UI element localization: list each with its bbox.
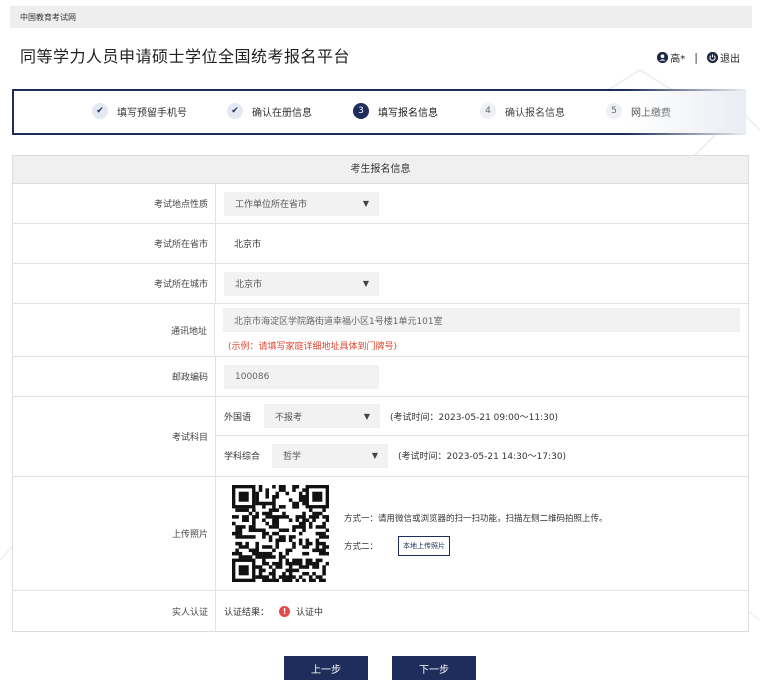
field-label: 考试所在省市 bbox=[13, 224, 216, 263]
exclamation-icon: ! bbox=[279, 605, 291, 617]
row-exam-city: 考试所在城市 北京市 ▼ bbox=[13, 264, 748, 304]
row-postcode: 邮政编码 100086 bbox=[13, 357, 748, 397]
page: 中国教育考试网 同等学力人员申请硕士学位全国统考报名平台 高* | 退出 ✔ 填… bbox=[0, 0, 760, 684]
caret-down-icon: ▼ bbox=[362, 279, 369, 288]
logout-link[interactable]: 退出 bbox=[720, 50, 740, 65]
exam-time: (考试时间：2023-05-21 09:00～11:30) bbox=[390, 412, 559, 423]
caret-down-icon: ▼ bbox=[362, 199, 369, 208]
step-number: 4 bbox=[480, 103, 496, 119]
row-photo: 上传照片 方式一：请用微信或浏览器的扫一扫功能，扫描左侧二维码拍照上传。 方式二… bbox=[13, 477, 748, 591]
registration-form: 考生报名信息 考试地点性质 工作单位所在省市 ▼ 考试所在省市 北京市 考试所在… bbox=[12, 155, 749, 632]
exam-city-select[interactable]: 北京市 ▼ bbox=[224, 271, 379, 296]
field-label: 考试地点性质 bbox=[13, 184, 216, 223]
top-site-bar: 中国教育考试网 bbox=[10, 6, 752, 28]
user-area: 高* | 退出 bbox=[657, 50, 740, 65]
field-label: 通讯地址 bbox=[13, 304, 215, 356]
field-label: 邮政编码 bbox=[13, 357, 216, 396]
row-address: 通讯地址 北京市海淀区学院路街道幸福小区1号楼1单元101室 (示例：请填写家庭… bbox=[13, 304, 748, 357]
step-5: 5 网上缴费 bbox=[606, 103, 671, 119]
row-exam-site-type: 考试地点性质 工作单位所在省市 ▼ bbox=[13, 184, 748, 224]
select-value: 哲学 bbox=[283, 452, 302, 462]
page-title: 同等学力人员申请硕士学位全国统考报名平台 bbox=[20, 47, 351, 66]
user-name[interactable]: 高* bbox=[670, 50, 685, 65]
header-separator: | bbox=[694, 51, 698, 64]
select-value: 不报考 bbox=[275, 412, 303, 423]
subject-name: 外国语 bbox=[224, 412, 252, 423]
subject-foreign: 外国语 不报考 ▼ (考试时间：2023-05-21 09:00～11:30) bbox=[216, 397, 748, 436]
select-value: 北京市 bbox=[235, 280, 263, 290]
exam-province-value: 北京市 bbox=[234, 240, 262, 250]
step-label: 网上缴费 bbox=[631, 107, 671, 119]
user-icon bbox=[657, 52, 669, 63]
address-hint: (示例：请填写家庭详细地址具体到门牌号) bbox=[228, 342, 398, 352]
exam-site-type-select[interactable]: 工作单位所在省市 ▼ bbox=[224, 191, 379, 216]
next-step-button[interactable]: 下一步 bbox=[392, 656, 476, 680]
step-label: 确认报名信息 bbox=[505, 107, 565, 119]
progress-steps: ✔ 填写预留手机号 ✔ 确认在册信息 3 填写报名信息 4 确认报名信息 5 网… bbox=[12, 89, 746, 135]
auth-result-label: 认证结果： bbox=[224, 607, 270, 618]
step-4: 4 确认报名信息 bbox=[480, 103, 565, 119]
subject-name: 学科综合 bbox=[224, 452, 261, 462]
select-value: 工作单位所在省市 bbox=[235, 200, 308, 210]
form-title: 考生报名信息 bbox=[13, 156, 748, 184]
caret-down-icon: ▼ bbox=[363, 411, 370, 421]
foreign-language-select[interactable]: 不报考 ▼ bbox=[264, 404, 380, 428]
step-2: ✔ 确认在册信息 bbox=[227, 103, 312, 119]
comprehensive-select[interactable]: 哲学 ▼ bbox=[272, 443, 388, 468]
local-upload-button[interactable]: 本地上传照片 bbox=[398, 535, 451, 556]
exam-time: (考试时间：2023-05-21 14:30～17:30) bbox=[398, 452, 567, 462]
step-label: 确认在册信息 bbox=[252, 107, 312, 119]
field-label: 考试所在城市 bbox=[13, 264, 216, 303]
address-input[interactable]: 北京市海淀区学院路街道幸福小区1号楼1单元101室 bbox=[223, 308, 740, 332]
upload-method-2: 方式二： bbox=[344, 541, 379, 552]
check-icon: ✔ bbox=[92, 103, 108, 119]
postcode-input[interactable]: 100086 bbox=[224, 364, 379, 389]
qr-code[interactable] bbox=[232, 485, 329, 582]
check-icon: ✔ bbox=[227, 103, 243, 119]
caret-down-icon: ▼ bbox=[371, 451, 378, 460]
auth-status: 认证中 bbox=[296, 607, 324, 618]
field-label: 上传照片 bbox=[13, 477, 216, 590]
site-name[interactable]: 中国教育考试网 bbox=[20, 13, 76, 22]
field-label: 实人认证 bbox=[13, 591, 216, 631]
step-number: 5 bbox=[606, 103, 622, 119]
power-icon[interactable] bbox=[707, 52, 718, 63]
row-subjects: 考试科目 外国语 不报考 ▼ (考试时间：2023-05-21 09:00～11… bbox=[13, 397, 748, 477]
prev-step-button[interactable]: 上一步 bbox=[284, 656, 368, 680]
step-label: 填写预留手机号 bbox=[117, 107, 187, 119]
step-1: ✔ 填写预留手机号 bbox=[92, 103, 187, 119]
row-exam-province: 考试所在省市 北京市 bbox=[13, 224, 748, 264]
row-realname: 实人认证 认证结果： ! 认证中 bbox=[13, 591, 748, 631]
subject-comprehensive: 学科综合 哲学 ▼ (考试时间：2023-05-21 14:30～17:30) bbox=[216, 436, 748, 475]
step-number: 3 bbox=[353, 103, 369, 119]
field-label: 考试科目 bbox=[13, 397, 216, 476]
step-3: 3 填写报名信息 bbox=[353, 103, 438, 119]
upload-method-1: 方式一：请用微信或浏览器的扫一扫功能，扫描左侧二维码拍照上传。 bbox=[344, 513, 608, 524]
step-label: 填写报名信息 bbox=[378, 107, 438, 119]
